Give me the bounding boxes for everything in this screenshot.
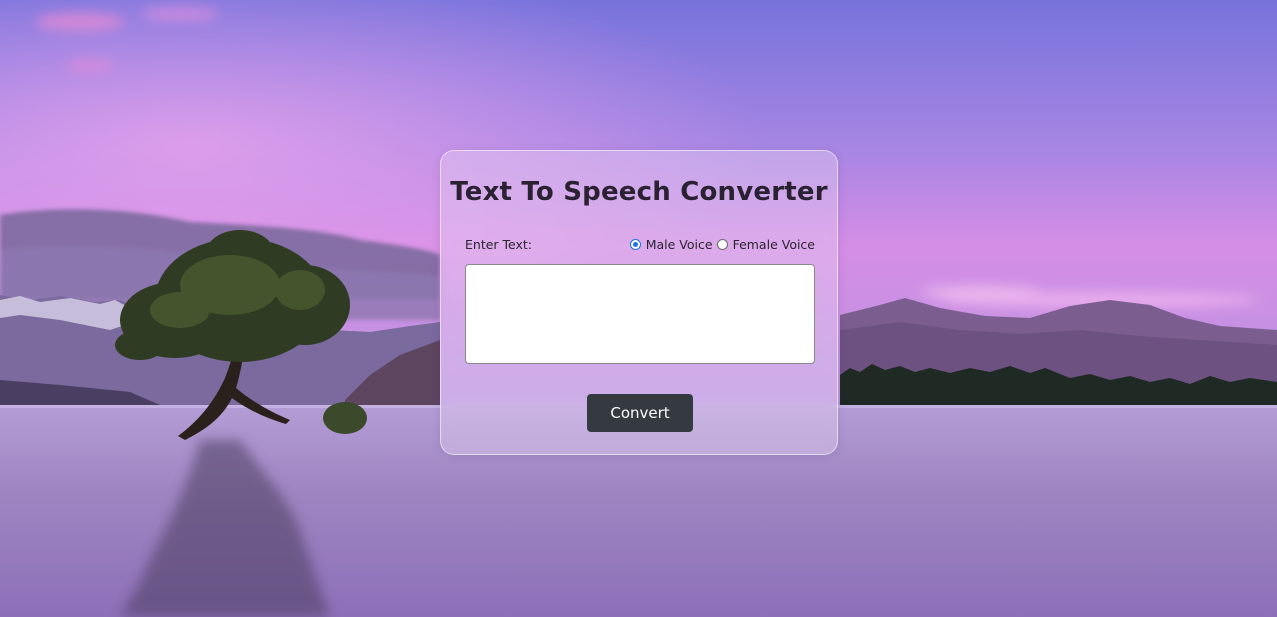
convert-button[interactable]: Convert — [587, 394, 693, 432]
label-row: Enter Text: Male Voice Female Voice — [465, 237, 815, 255]
voice-options: Male Voice Female Voice — [626, 237, 815, 252]
enter-text-label: Enter Text: — [465, 237, 533, 252]
female-voice-label: Female Voice — [732, 237, 815, 252]
male-voice-label: Male Voice — [645, 237, 713, 252]
male-voice-radio[interactable] — [629, 239, 641, 250]
female-voice-radio[interactable] — [716, 239, 728, 250]
female-voice-option[interactable]: Female Voice — [716, 237, 815, 252]
page-title: Text To Speech Converter — [450, 177, 828, 207]
converter-card: Text To Speech Converter Enter Text: Mal… — [440, 150, 838, 455]
male-voice-option[interactable]: Male Voice — [629, 237, 713, 252]
text-input[interactable] — [465, 264, 815, 364]
